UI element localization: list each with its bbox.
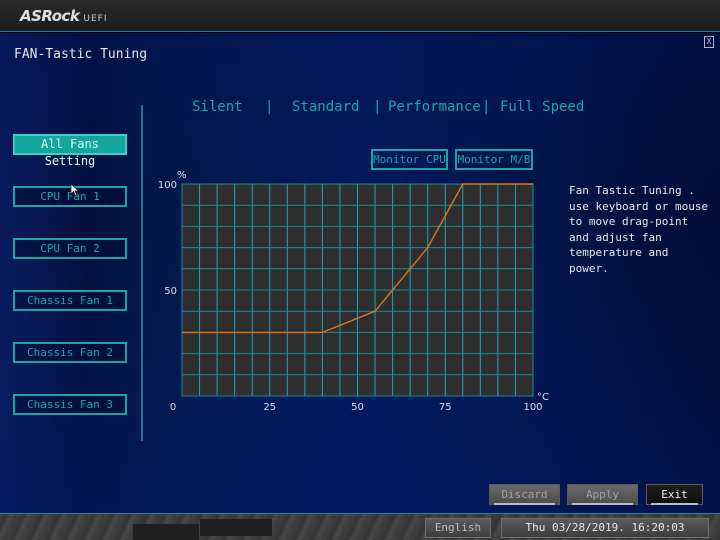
- fan-button-chassis-fan-2[interactable]: Chassis Fan 2: [13, 342, 127, 363]
- fan-button-all-fans[interactable]: All Fans Setting: [13, 134, 127, 168]
- mode-separator: |: [482, 99, 491, 115]
- mode-separator: |: [373, 99, 382, 115]
- fan-mode-selector: Silent | Standard | Performance | Full S…: [190, 99, 590, 119]
- y-axis-label: %: [177, 170, 187, 181]
- language-button[interactable]: English: [425, 518, 491, 538]
- mode-standard[interactable]: Standard: [292, 99, 359, 115]
- bar-decoration: [200, 519, 272, 536]
- mode-performance[interactable]: Performance: [388, 99, 481, 115]
- mode-silent[interactable]: Silent: [192, 99, 243, 115]
- x-tick-label: 100: [523, 402, 542, 413]
- apply-button[interactable]: Apply: [567, 484, 638, 505]
- y-tick-label: 100: [158, 180, 177, 191]
- mode-separator: |: [265, 99, 274, 115]
- close-button[interactable]: X: [704, 36, 714, 48]
- y-tick-label: 50: [164, 286, 177, 297]
- product-label: UEFI: [83, 14, 108, 24]
- main-panel: FAN-Tastic Tuning X All Fans Setting CPU…: [0, 33, 720, 513]
- bar-decoration: [133, 524, 199, 540]
- x-axis-label: °C: [537, 392, 549, 403]
- discard-button[interactable]: Discard: [489, 484, 560, 505]
- fan-button-chassis-fan-1[interactable]: Chassis Fan 1: [13, 290, 127, 311]
- sidebar-divider: [141, 105, 143, 441]
- exit-button[interactable]: Exit: [646, 484, 703, 505]
- top-bar: ASRock UEFI: [0, 0, 720, 32]
- x-tick-label: 0: [170, 402, 176, 413]
- brand-name: ASRock: [20, 7, 80, 25]
- mode-full-speed[interactable]: Full Speed: [500, 99, 584, 115]
- datetime-display: Thu 03/28/2019. 16:20:03: [501, 518, 709, 538]
- x-tick-label: 50: [351, 402, 364, 413]
- fan-button-chassis-fan-3[interactable]: Chassis Fan 3: [13, 394, 127, 415]
- help-text: Fan Tastic Tuning . use keyboard or mous…: [569, 184, 709, 275]
- fan-button-cpu-fan-2[interactable]: CPU Fan 2: [13, 238, 127, 259]
- x-tick-label: 25: [263, 402, 276, 413]
- page-title: FAN-Tastic Tuning: [14, 47, 148, 62]
- mouse-cursor-icon: [70, 183, 80, 197]
- x-tick-label: 75: [439, 402, 452, 413]
- asrock-logo: ASRock UEFI: [20, 7, 108, 27]
- fan-curve-chart[interactable]: 0 25 50 75 100 50 100 % °C: [150, 163, 560, 423]
- status-bar: English Thu 03/28/2019. 16:20:03: [0, 513, 720, 540]
